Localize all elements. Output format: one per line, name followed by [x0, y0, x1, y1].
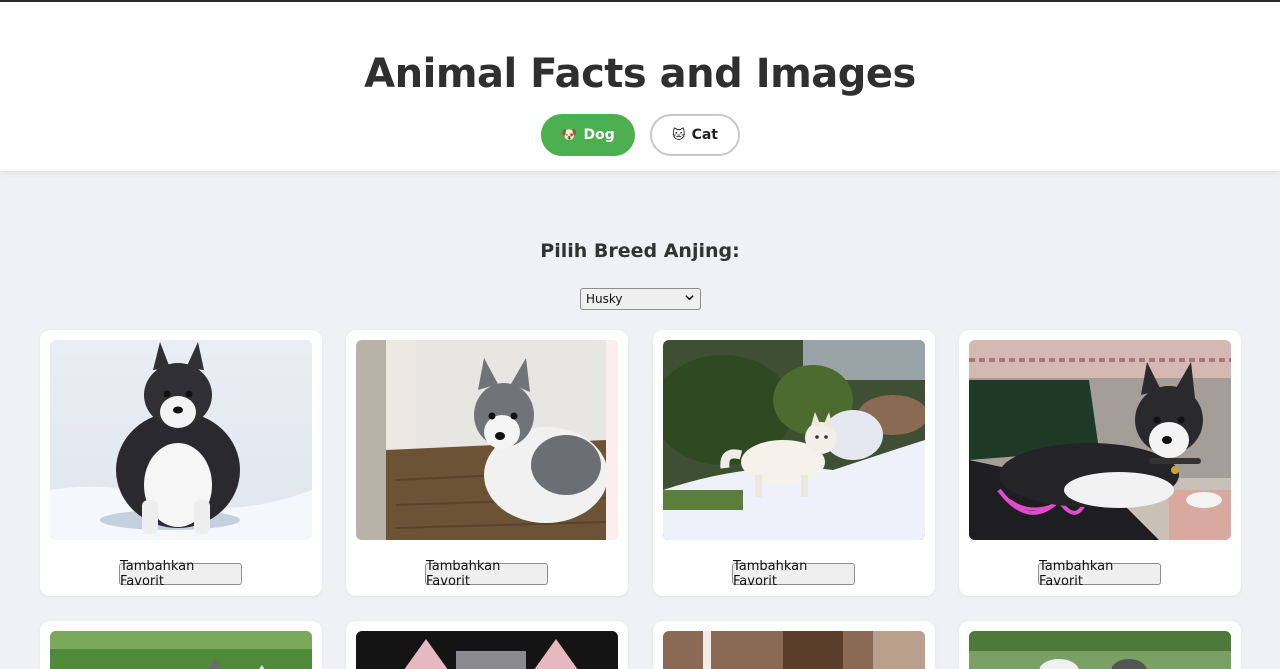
- dog-card: Tambahkan Favorit: [653, 330, 935, 596]
- dog-card: Tambahkan Favorit: [346, 330, 628, 596]
- dog-toggle-label: Dog: [583, 127, 615, 143]
- dog-photo-white-husky-garden: [663, 340, 925, 540]
- dog-photo-husky-door: [356, 340, 618, 540]
- dog-photo: [50, 631, 312, 669]
- add-favorite-button[interactable]: Tambahkan Favorit: [425, 559, 548, 589]
- page-title: Animal Facts and Images: [364, 51, 916, 97]
- page-header: Animal Facts and Images 🐶 Dog 🐱 Cat: [0, 2, 1280, 171]
- add-favorite-button[interactable]: Tambahkan Favorit: [119, 559, 242, 589]
- dog-card: [40, 621, 322, 669]
- breed-select-value: Husky: [586, 292, 623, 306]
- add-favorite-button[interactable]: Tambahkan Favorit: [1038, 559, 1161, 589]
- dog-toggle-button[interactable]: 🐶 Dog: [541, 114, 635, 156]
- dog-photo-husky-blanket: [969, 340, 1231, 540]
- cat-emoji-icon: 🐱: [672, 127, 686, 143]
- cat-toggle-label: Cat: [691, 127, 718, 143]
- breed-heading: Pilih Breed Anjing:: [540, 240, 740, 262]
- dog-photo: [663, 631, 925, 669]
- dog-photo: [356, 631, 618, 669]
- dog-card: [653, 621, 935, 669]
- breed-select[interactable]: Husky: [580, 288, 701, 310]
- add-favorite-button[interactable]: Tambahkan Favorit: [732, 559, 855, 589]
- dog-photo-husky-snow: [50, 340, 312, 540]
- dog-card: [959, 621, 1241, 669]
- dog-card: [346, 621, 628, 669]
- dog-photo: [969, 631, 1231, 669]
- cat-toggle-button[interactable]: 🐱 Cat: [650, 114, 740, 156]
- dog-emoji-icon: 🐶: [561, 127, 578, 143]
- chevron-down-icon: [685, 293, 694, 305]
- dog-card: Tambahkan Favorit: [40, 330, 322, 596]
- dog-card: Tambahkan Favorit: [959, 330, 1241, 596]
